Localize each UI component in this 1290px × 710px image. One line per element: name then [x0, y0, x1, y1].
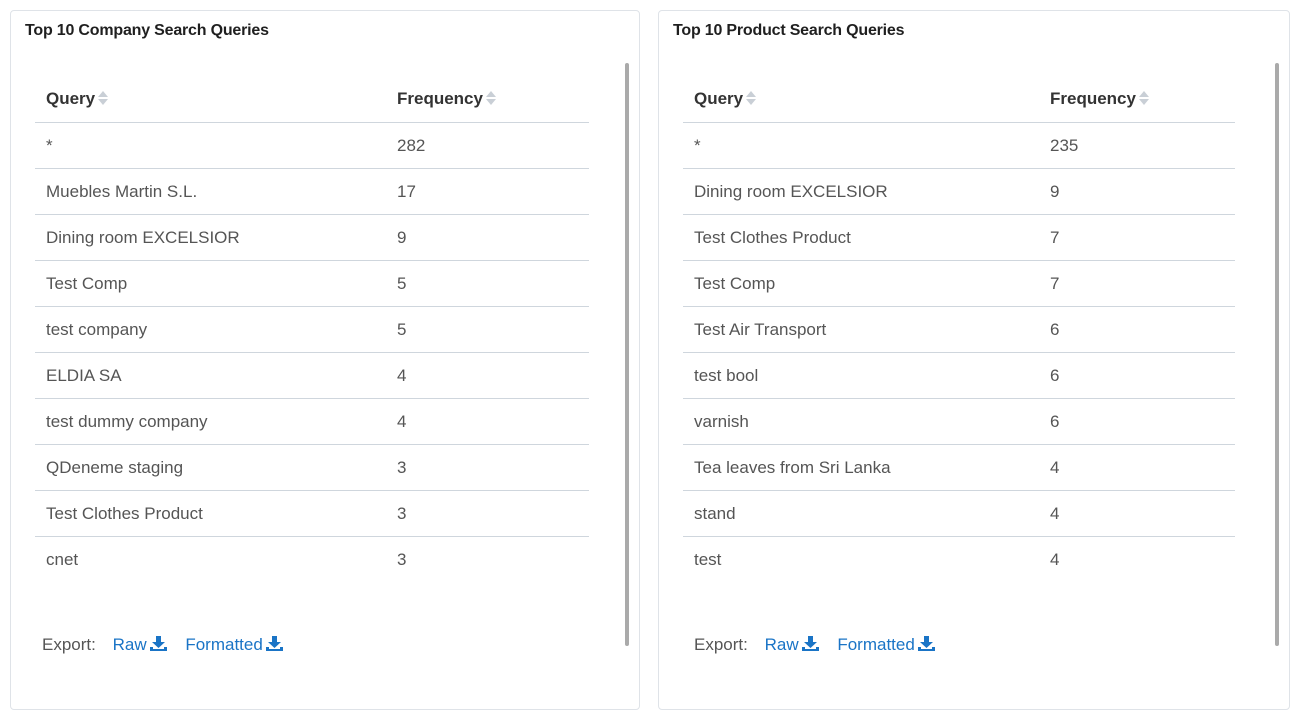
frequency-cell: 4	[1050, 549, 1060, 569]
sort-icon[interactable]	[485, 90, 496, 105]
frequency-cell: 282	[386, 122, 589, 169]
panel-title: Top 10 Company Search Queries	[25, 22, 269, 39]
table-row: test bool 6	[683, 352, 1235, 399]
table-row: Test Comp 7	[683, 260, 1235, 307]
export-label: Export:	[42, 635, 96, 654]
frequency-cell: 5	[386, 260, 589, 307]
frequency-cell: 4	[386, 352, 589, 399]
query-cell: test	[694, 549, 722, 569]
query-cell: cnet	[46, 549, 79, 569]
frequency-cell: 9	[386, 214, 589, 261]
panel-title: Top 10 Product Search Queries	[673, 22, 905, 39]
table-row: * 282	[35, 122, 589, 169]
table-row: Test Air Transport 6	[683, 306, 1235, 353]
table-row: stand 4	[683, 490, 1235, 537]
query-cell: varnish	[683, 398, 1039, 445]
product-queries-table: Query Frequency * 235 Dining room EXCELSI…	[683, 89, 1235, 582]
query-cell: ELDIA SA	[35, 352, 386, 399]
column-header-frequency[interactable]: Frequency	[1039, 89, 1235, 123]
query-cell: Muebles Martin S.L.	[35, 168, 386, 215]
panel-scrollbar[interactable]	[1275, 63, 1279, 646]
download-icon	[801, 636, 819, 651]
frequency-cell: 3	[386, 490, 589, 537]
query-cell: Test Comp	[35, 260, 386, 307]
query-cell: Test Air Transport	[683, 306, 1039, 353]
frequency-cell: 6	[1039, 306, 1235, 353]
export-row: Export: Raw Formatted	[694, 635, 949, 655]
query-cell: stand	[683, 490, 1039, 537]
frequency-cell: 17	[386, 168, 589, 215]
frequency-cell: 6	[1039, 398, 1235, 445]
sort-icon[interactable]	[1138, 90, 1149, 105]
export-formatted-label: Formatted	[837, 635, 915, 654]
frequency-cell: 3	[386, 444, 589, 491]
frequency-cell: 3	[397, 549, 407, 569]
export-raw-label: Raw	[764, 635, 799, 654]
table-row: Dining room EXCELSIOR 9	[683, 168, 1235, 215]
column-header-label: Query	[46, 89, 96, 108]
download-icon	[265, 636, 283, 651]
frequency-cell: 7	[1039, 260, 1235, 307]
frequency-cell: 4	[1039, 444, 1235, 491]
query-cell: test company	[35, 306, 386, 353]
table-row: Test Clothes Product 7	[683, 214, 1235, 261]
table-row: test 4	[683, 537, 1235, 583]
export-formatted-link[interactable]: Formatted	[185, 635, 283, 654]
column-header-query[interactable]: Query	[683, 89, 1039, 123]
table-header-row: Query Frequency	[35, 89, 589, 123]
table-row: varnish 6	[683, 398, 1235, 445]
query-cell: test dummy company	[35, 398, 386, 445]
table-row: ELDIA SA 4	[35, 352, 589, 399]
query-cell: Test Clothes Product	[683, 214, 1039, 261]
table-row: * 235	[683, 122, 1235, 169]
export-row: Export: Raw Formatted	[42, 635, 297, 655]
table-row: Test Clothes Product 3	[35, 490, 589, 537]
frequency-cell: 4	[386, 398, 589, 445]
query-cell: *	[683, 122, 1039, 169]
frequency-cell: 6	[1039, 352, 1235, 399]
table-row: cnet 3	[35, 537, 589, 583]
column-header-query[interactable]: Query	[35, 89, 386, 123]
company-queries-table: Query Frequency * 282 Muebles Martin S.L.…	[35, 89, 589, 582]
table-header-row: Query Frequency	[683, 89, 1235, 123]
frequency-cell: 235	[1039, 122, 1235, 169]
frequency-cell: 9	[1039, 168, 1235, 215]
query-cell: Dining room EXCELSIOR	[683, 168, 1039, 215]
frequency-cell: 7	[1039, 214, 1235, 261]
frequency-cell: 5	[386, 306, 589, 353]
download-icon	[149, 636, 167, 651]
query-cell: *	[35, 122, 386, 169]
query-cell: Test Comp	[683, 260, 1039, 307]
column-header-frequency[interactable]: Frequency	[386, 89, 589, 123]
export-label: Export:	[694, 635, 748, 654]
query-cell: QDeneme staging	[35, 444, 386, 491]
export-raw-label: Raw	[112, 635, 147, 654]
company-queries-panel: Top 10 Company Search Queries Query Freq…	[10, 10, 640, 710]
table-row: Test Comp 5	[35, 260, 589, 307]
sort-icon[interactable]	[98, 90, 109, 105]
column-header-label: Frequency	[1050, 89, 1136, 108]
download-icon	[917, 636, 935, 651]
table-row: Tea leaves from Sri Lanka 4	[683, 444, 1235, 491]
sort-icon[interactable]	[746, 90, 757, 105]
column-header-label: Query	[694, 89, 744, 108]
table-row: QDeneme staging 3	[35, 444, 589, 491]
table-row: test company 5	[35, 306, 589, 353]
export-formatted-link[interactable]: Formatted	[837, 635, 935, 654]
query-cell: Dining room EXCELSIOR	[35, 214, 386, 261]
query-cell: test bool	[683, 352, 1039, 399]
column-header-label: Frequency	[397, 89, 483, 108]
table-row: Dining room EXCELSIOR 9	[35, 214, 589, 261]
export-raw-link[interactable]: Raw	[113, 635, 167, 654]
query-cell: Tea leaves from Sri Lanka	[683, 444, 1039, 491]
query-cell: Test Clothes Product	[35, 490, 386, 537]
panel-scrollbar[interactable]	[625, 63, 629, 646]
product-queries-panel: Top 10 Product Search Queries Query Freq…	[658, 10, 1290, 710]
export-raw-link[interactable]: Raw	[765, 635, 819, 654]
frequency-cell: 4	[1039, 490, 1235, 537]
export-formatted-label: Formatted	[185, 635, 263, 654]
table-row: test dummy company 4	[35, 398, 589, 445]
table-row: Muebles Martin S.L. 17	[35, 168, 589, 215]
